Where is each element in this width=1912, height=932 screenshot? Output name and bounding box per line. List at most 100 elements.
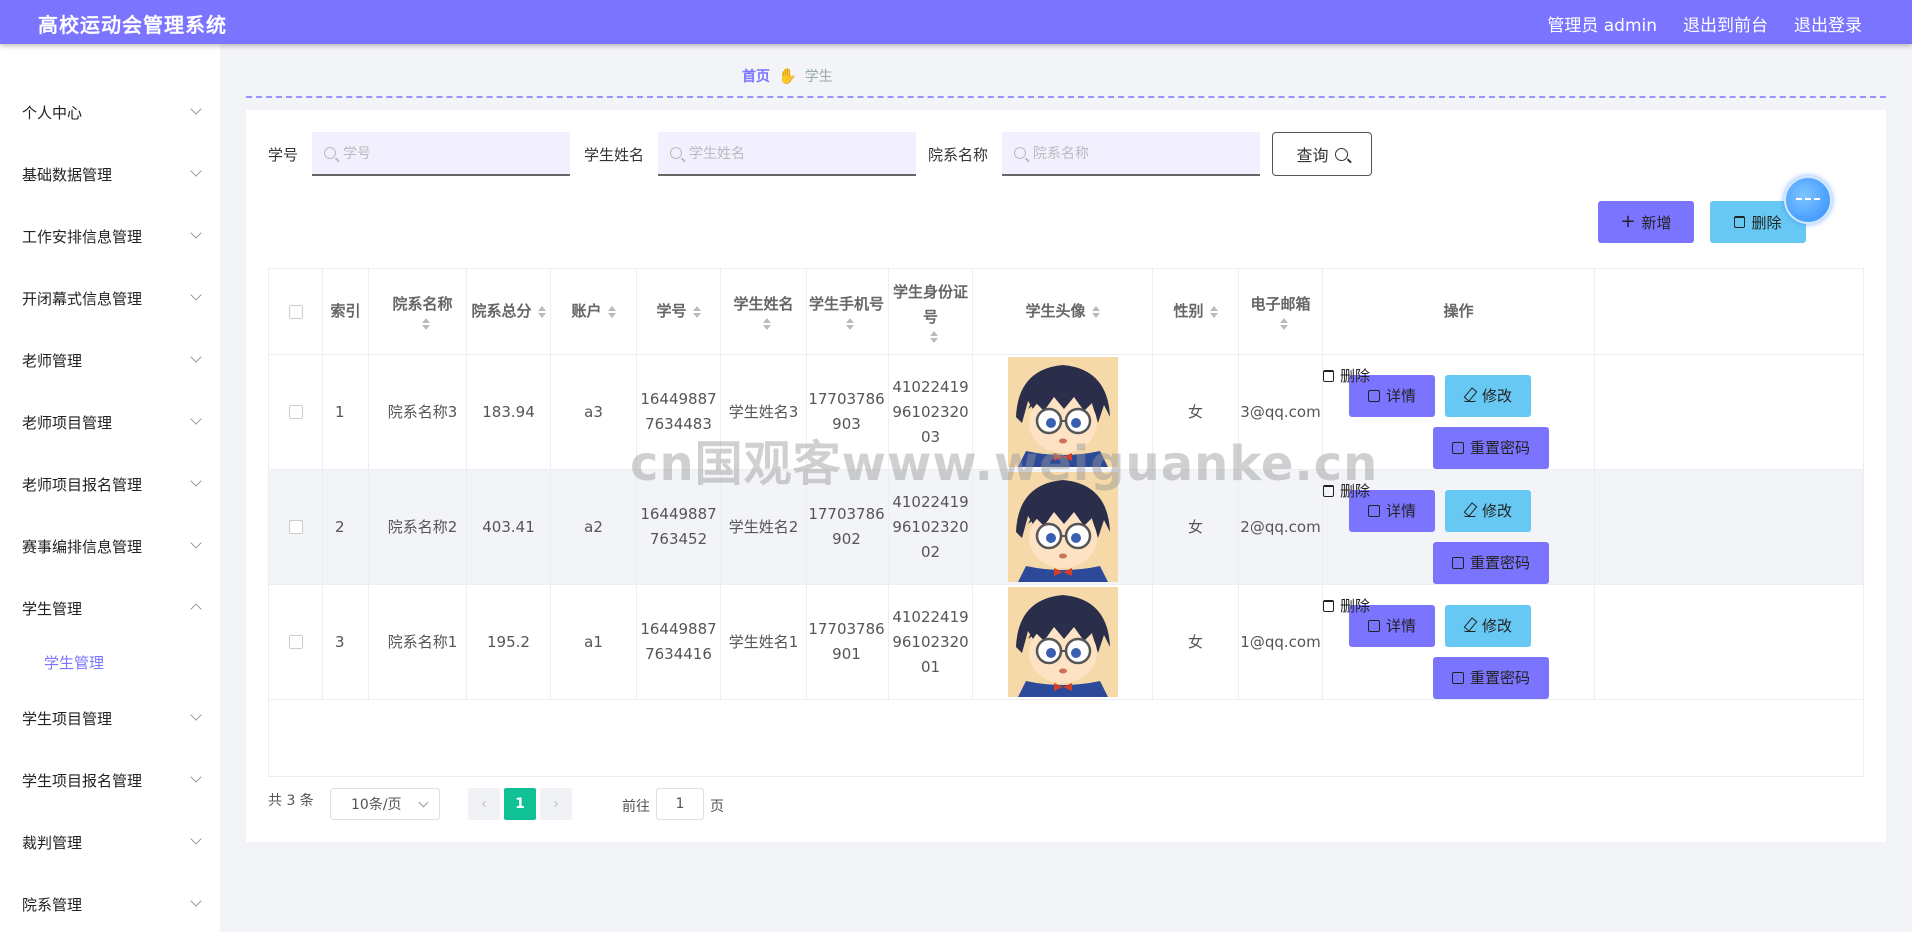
delete-button[interactable]: 删除 — [1323, 585, 1370, 627]
column-header-label: 性别 — [1173, 302, 1204, 320]
sidebar-item-10[interactable]: 学生项目报名管理 — [0, 760, 220, 800]
table-header-row: 索引 院系名称 院系总分 账户 学号 学生姓名 学生手机号 学生身份证号 学生头像 性别 电子邮箱 操… — [269, 269, 1863, 355]
sidebar-item-9[interactable]: 学生项目管理 — [0, 698, 220, 738]
sidebar-item-8[interactable]: 学生管理 — [0, 588, 220, 628]
chevron-down-icon — [190, 895, 202, 907]
reset-password-button[interactable]: 重置密码 — [1433, 657, 1549, 699]
chevron-down-icon — [190, 709, 202, 721]
total-count: 共 3 条 — [268, 793, 314, 809]
sidebar-item-0[interactable]: 个人中心 — [0, 92, 220, 132]
sort-icon[interactable] — [537, 305, 546, 319]
cell-gender: 女 — [1153, 470, 1239, 584]
sidebar-item-5[interactable]: 老师项目管理 — [0, 402, 220, 442]
sidebar-item-6[interactable]: 老师项目报名管理 — [0, 464, 220, 504]
header-select — [269, 269, 323, 354]
edit-button[interactable]: 修改 — [1445, 605, 1531, 647]
table-row: 2 院系名称2 403.41 a2 16449887 763452 学生姓名2 1770378… — [269, 470, 1863, 585]
reset-password-button[interactable]: 重置密码 — [1433, 427, 1549, 469]
sort-icon[interactable] — [692, 305, 701, 319]
cell-index: 2 — [323, 470, 369, 584]
cell-line: 17703786 — [808, 620, 885, 638]
cell-text: 女 — [1187, 402, 1203, 421]
row-actions-cell: 详情 修改 删除 重置密码 — [1323, 585, 1595, 699]
student-name-input[interactable]: 学生姓名 — [658, 132, 916, 176]
sort-icon[interactable] — [1091, 305, 1100, 319]
row-checkbox[interactable] — [288, 635, 303, 649]
breadcrumb-home[interactable]: 首页 — [742, 66, 770, 86]
delete-button[interactable]: 删除 — [1323, 470, 1370, 512]
cell-text: 院系名称2 — [387, 517, 458, 536]
cell-score: 403.41 — [467, 470, 551, 584]
student-id-label: 学号 — [268, 146, 299, 164]
edit-button[interactable]: 修改 — [1445, 375, 1531, 417]
next-page-button[interactable]: › — [540, 788, 572, 820]
column-header[interactable]: 学生头像 — [973, 269, 1153, 354]
cell-line: 41022419 — [892, 377, 969, 396]
column-header[interactable]: 性别 — [1153, 269, 1239, 354]
sort-icon[interactable] — [1209, 305, 1218, 319]
cell-line: 763452 — [649, 530, 708, 548]
chevron-down-icon — [190, 351, 202, 363]
cell-text: a2 — [584, 517, 603, 536]
student-table: 索引 院系名称 院系总分 账户 学号 学生姓名 学生手机号 学生身份证号 学生头像 性别 电子邮箱 操… — [268, 268, 1864, 777]
sidebar-item-11[interactable]: 裁判管理 — [0, 822, 220, 862]
prev-page-button[interactable]: ‹ — [468, 788, 500, 820]
floating-assistant-icon[interactable] — [1784, 176, 1832, 224]
action-label: 删除 — [1340, 596, 1371, 615]
sidebar-item-4[interactable]: 老师管理 — [0, 340, 220, 380]
trash-icon — [1323, 600, 1334, 612]
page-number-current[interactable]: 1 — [504, 788, 536, 820]
column-header[interactable]: 院系总分 — [467, 269, 551, 354]
sort-icon[interactable] — [929, 330, 938, 344]
sidebar-item-1[interactable]: 基础数据管理 — [0, 154, 220, 194]
logout-link[interactable]: 退出登录 — [1794, 11, 1862, 36]
sidebar-item-2[interactable]: 工作安排信息管理 — [0, 216, 220, 256]
cell-line: 7634483 — [645, 415, 712, 433]
cell-text: 403.41 — [482, 517, 535, 536]
select-all-checkbox[interactable] — [288, 304, 303, 319]
column-header[interactable]: 学号 — [637, 269, 721, 354]
cell-idcard: 41022419 96102320 01 — [889, 585, 973, 699]
sidebar-subitem-student[interactable]: 学生管理 — [0, 644, 220, 680]
chevron-down-icon — [190, 103, 202, 115]
dept-name-input[interactable]: 院系名称 — [1002, 132, 1260, 176]
column-header[interactable]: 院系名称 — [379, 269, 467, 354]
query-button[interactable]: 查询 — [1272, 132, 1372, 176]
sort-icon[interactable] — [762, 317, 771, 331]
sort-icon[interactable] — [607, 305, 616, 319]
sort-icon[interactable] — [1279, 317, 1288, 331]
column-header[interactable]: 电子邮箱 — [1239, 269, 1323, 354]
column-header[interactable]: 学生身份证号 — [889, 269, 973, 354]
cell-email: 3@qq.com — [1239, 355, 1323, 469]
student-avatar[interactable] — [1008, 472, 1118, 582]
delete-button[interactable]: 删除 — [1323, 355, 1370, 397]
top-header: 高校运动会管理系统 管理员 admin 退出到前台 退出登录 — [0, 0, 1912, 44]
chevron-down-icon — [190, 475, 202, 487]
goto-page-input[interactable]: 1 — [656, 788, 704, 820]
sort-icon[interactable] — [421, 317, 430, 331]
column-header[interactable]: 学生姓名 — [721, 269, 807, 354]
to-front-link[interactable]: 退出到前台 — [1683, 11, 1768, 36]
row-checkbox[interactable] — [288, 520, 303, 534]
student-avatar[interactable] — [1008, 587, 1118, 697]
table-row: 1 院系名称3 183.94 a3 16449887 7634483 学生姓名3 177037… — [269, 355, 1863, 470]
sidebar-item-12[interactable]: 院系管理 — [0, 884, 220, 924]
sidebar-item-label: 学生项目报名管理 — [22, 771, 143, 790]
column-header[interactable]: 账户 — [551, 269, 637, 354]
cell-text: 183.94 — [482, 402, 535, 421]
student-avatar[interactable] — [1008, 357, 1118, 467]
page-size-select[interactable]: 10条/页 — [330, 788, 440, 820]
column-header[interactable]: 学生手机号 — [805, 269, 889, 354]
edit-button[interactable]: 修改 — [1445, 490, 1531, 532]
sidebar-item-7[interactable]: 赛事编排信息管理 — [0, 526, 220, 566]
sidebar-item-label: 赛事编排信息管理 — [22, 537, 143, 556]
student-id-input[interactable]: 学号 — [312, 132, 570, 176]
row-checkbox[interactable] — [288, 405, 303, 419]
sidebar-item-3[interactable]: 开闭幕式信息管理 — [0, 278, 220, 318]
column-header: 索引 — [323, 269, 369, 354]
action-label: 修改 — [1481, 501, 1512, 520]
cell-line: 16449887 — [640, 390, 717, 408]
sort-icon[interactable] — [845, 317, 854, 331]
reset-password-button[interactable]: 重置密码 — [1433, 542, 1549, 584]
add-button[interactable]: + 新增 — [1598, 201, 1694, 243]
